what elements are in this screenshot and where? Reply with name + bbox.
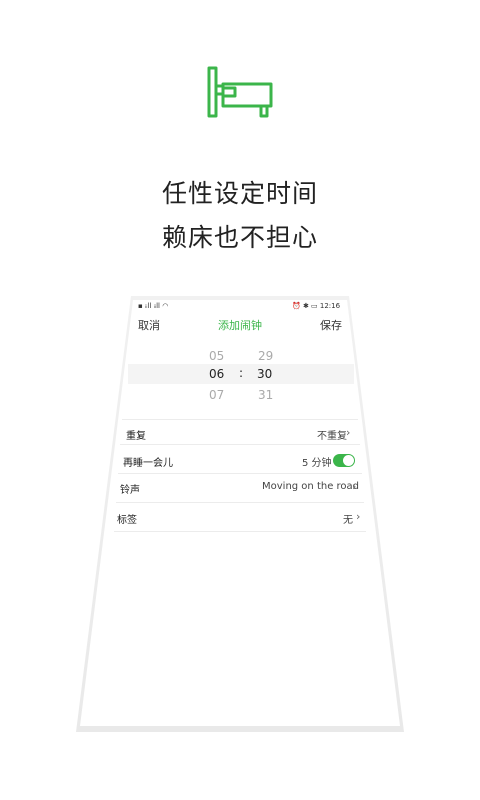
divider <box>120 444 360 445</box>
chevron-right-icon[interactable]: › <box>352 480 356 493</box>
hour-option[interactable]: 05 <box>209 349 224 363</box>
toggle-knob <box>343 455 354 466</box>
tag-label: 标签 <box>117 515 137 526</box>
chevron-right-icon[interactable]: › <box>356 510 360 523</box>
cancel-button[interactable]: 取消 <box>138 317 160 333</box>
time-separator: : <box>239 366 244 380</box>
divider <box>116 502 364 503</box>
hour-selected[interactable]: 06 <box>209 367 224 381</box>
snooze-toggle[interactable] <box>333 454 355 467</box>
repeat-value[interactable]: 不重复 <box>317 427 347 442</box>
ringtone-value[interactable]: Moving on the road <box>262 481 359 492</box>
minute-selected[interactable]: 30 <box>257 367 272 381</box>
ringtone-label: 铃声 <box>120 485 140 496</box>
bed-icon <box>205 66 277 120</box>
divider <box>114 531 366 532</box>
headline-line1: 任性设定时间 <box>161 179 318 208</box>
hour-option[interactable]: 07 <box>209 388 224 402</box>
divider <box>118 473 362 474</box>
status-bar-left: ▪ ᵢᵢll ᵢᵢll ◠ <box>138 302 169 310</box>
snooze-value: 5 分钟 <box>302 458 332 469</box>
minute-option[interactable]: 29 <box>258 349 273 363</box>
page-title: 添加闹钟 <box>218 319 262 332</box>
snooze-label: 再睡一会儿 <box>123 458 173 469</box>
tag-value[interactable]: 无 <box>343 511 353 526</box>
divider <box>122 419 358 420</box>
repeat-label: 重复 <box>126 431 146 442</box>
minute-option[interactable]: 31 <box>258 388 273 402</box>
chevron-right-icon[interactable]: › <box>346 426 350 439</box>
status-bar-right: ⏰ ✱ ▭ 12:16 <box>292 302 341 310</box>
headline-line2: 赖床也不担心 <box>161 223 318 252</box>
save-button[interactable]: 保存 <box>320 317 342 333</box>
